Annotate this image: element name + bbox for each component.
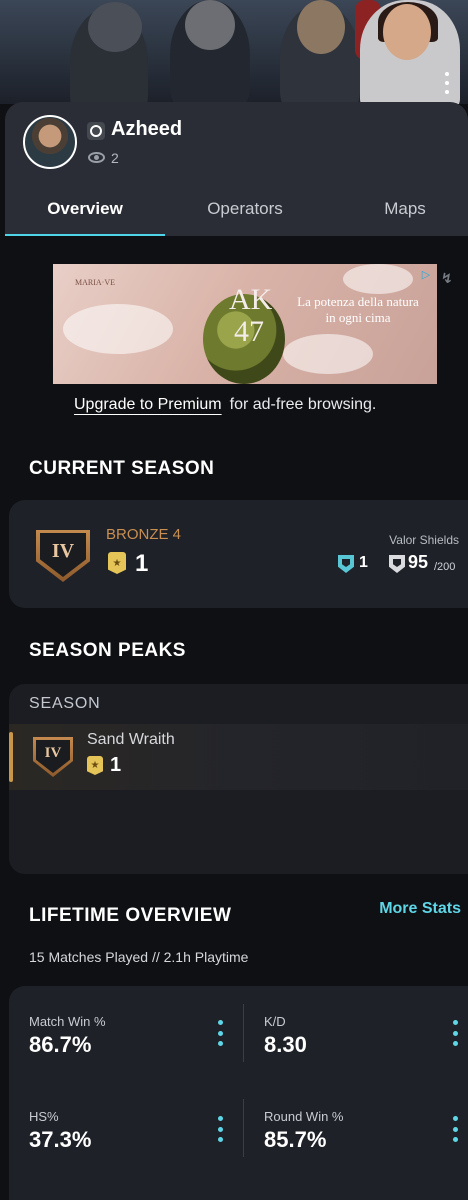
stat-options-icon[interactable] [217,1116,223,1142]
level-star-icon: ★ [108,552,126,574]
adchoices-icon[interactable]: ▷ [419,268,433,282]
ad-banner[interactable]: MARIA·VE AK 47 La potenza della natura i… [53,264,437,384]
season-peaks-title: SEASON PEAKS [29,640,186,661]
profile-card: Azheed 2 Overview Operators Maps [5,102,468,236]
stat-value: 37.3% [29,1127,92,1152]
more-options-icon[interactable] [444,72,450,94]
lightning-icon: ↯ [441,270,453,286]
valor-shield-count: 95 [408,552,429,572]
premium-promo: Upgrade to Premium for ad-free browsing. [74,396,376,414]
season-peaks-card: SEASON IV Sand Wraith ★ 1 [9,684,468,874]
valor-shield-cyan-icon [338,555,354,573]
rank-numeral: IV [36,740,70,773]
more-stats-link[interactable]: More Stats [379,900,461,918]
stat-options-icon[interactable] [452,1116,458,1142]
lifetime-summary: 15 Matches Played // 2.1h Playtime [29,949,249,965]
level-star-icon: ★ [87,756,103,775]
premium-promo-text: for ad-free browsing. [229,396,377,413]
tab-overview[interactable]: Overview [5,182,165,236]
rank-badge-icon: IV [33,737,73,777]
season-level: 1 [135,550,149,577]
current-season-card[interactable]: IV BRONZE 4 ★ 1 Valor Shields 1 95 /200 [9,500,468,608]
divider [243,1099,244,1157]
season-name: Sand Wraith [87,731,175,748]
season-column-header: SEASON [29,695,101,712]
lifetime-stats-card: Match Win % 86.7% K/D 8.30 HS% 37.3% Rou… [9,986,468,1200]
stat-options-icon[interactable] [452,1020,458,1046]
username: Azheed [111,118,183,140]
operator-helmet [88,2,142,52]
stat-options-icon[interactable] [217,1020,223,1046]
row-accent [9,732,13,782]
ubisoft-platform-icon [87,122,105,140]
rank-badge-icon: IV [36,530,90,582]
stat-label: HS% [29,1109,59,1124]
avatar[interactable] [23,115,77,169]
ad-headline: AK 47 [229,283,273,348]
profile-views-count: 2 [111,150,119,166]
eye-icon [88,152,105,163]
operator-face [297,0,345,54]
stat-value: 85.7% [264,1127,327,1152]
operator-mask [185,0,235,50]
peak-level: 1 [110,754,122,776]
rank-name: BRONZE 4 [106,526,182,543]
valor-shield-icon [389,555,405,573]
valor-shield-count-cyan: 1 [359,554,368,571]
tab-operators[interactable]: Operators [165,182,325,236]
stat-label: Round Win % [264,1109,344,1124]
valor-shield-max: /200 [434,561,456,573]
ad-tagline: La potenza della natura in ogni cima [297,294,419,325]
current-season-title: CURRENT SEASON [29,458,215,479]
stat-value: 8.30 [264,1032,307,1057]
operator-face [383,4,431,60]
ad-decoration [343,264,413,294]
stat-label: Match Win % [29,1014,106,1029]
profile-tabs: Overview Operators Maps [5,182,468,236]
valor-shields-label: Valor Shields [389,533,459,547]
hero-banner [0,0,468,104]
ad-brand: MARIA·VE [75,278,115,287]
divider [243,1004,244,1062]
tab-maps[interactable]: Maps [325,182,468,236]
ad-decoration [63,304,173,354]
stat-value: 86.7% [29,1032,92,1057]
season-peak-row[interactable]: IV Sand Wraith ★ 1 [9,724,468,790]
lifetime-overview-title: LIFETIME OVERVIEW [29,905,232,926]
ad-decoration [283,334,373,374]
rank-numeral: IV [40,533,86,577]
active-tab-indicator [5,234,165,236]
upgrade-premium-link[interactable]: Upgrade to Premium [74,396,222,413]
stat-label: K/D [264,1014,286,1029]
